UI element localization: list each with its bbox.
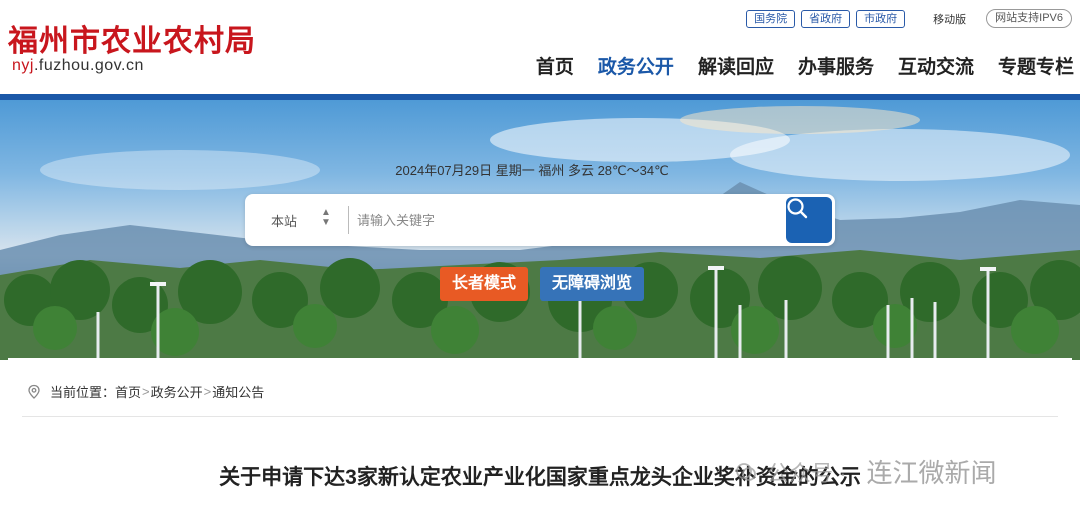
domain-rest: .fuzhou.gov.cn: [33, 57, 144, 74]
breadcrumb-notices[interactable]: 通知公告: [212, 382, 264, 401]
search-bar: 本站 ▲ ▼: [245, 194, 835, 246]
date-weather: 2024年07月29日 星期一 福州 多云 28℃～34℃: [395, 163, 669, 178]
accessibility-button[interactable]: 无障碍浏览: [540, 267, 645, 301]
banner: 2024年07月29日 星期一 福州 多云 28℃～34℃ 本站 ▲▼ 长者模式…: [0, 100, 1080, 360]
link-city-gov[interactable]: 市政府: [856, 9, 906, 28]
search-button[interactable]: [786, 197, 832, 243]
domain-prefix: nyj: [12, 57, 34, 74]
watermark-account: 连江微新闻: [866, 458, 997, 488]
breadcrumb: 当前位置： 首页 > 政务公开 > 通知公告: [26, 382, 264, 401]
nav-interaction[interactable]: 互动交流: [898, 52, 974, 79]
breadcrumb-separator: >: [203, 384, 212, 399]
site-domain: nyj.fuzhou.gov.cn: [12, 57, 144, 75]
nav-services[interactable]: 办事服务: [798, 52, 874, 79]
search-input[interactable]: [357, 206, 777, 234]
search-icon: [787, 198, 808, 219]
wechat-watermark: 公众号 · 连江微新闻: [735, 453, 996, 490]
breadcrumb-prefix: 当前位置：: [50, 385, 116, 400]
nav-interpretation[interactable]: 解读回应: [698, 52, 774, 79]
mobile-version-link[interactable]: 移动版: [933, 11, 966, 27]
ipv6-badge: 网站支持IPV6: [986, 9, 1072, 28]
main-nav: 首页 政务公开 解读回应 办事服务 互动交流 专题专栏: [536, 52, 1074, 79]
link-provincial-gov[interactable]: 省政府: [801, 9, 851, 28]
watermark-source: 公众号 ·: [767, 460, 847, 486]
search-scope-select[interactable]: 本站: [271, 211, 297, 230]
sort-arrows-icon[interactable]: ▲ ▼: [321, 208, 331, 228]
nav-special-topics[interactable]: 专题专栏: [998, 52, 1074, 79]
link-state-council[interactable]: 国务院: [746, 9, 796, 28]
breadcrumb-home[interactable]: 首页: [115, 382, 141, 401]
breadcrumb-separator: >: [142, 384, 150, 399]
location-pin-icon: [28, 384, 40, 399]
elder-mode-button[interactable]: 长者模式: [440, 267, 529, 301]
site-logo[interactable]: 福州市农业农村局: [8, 16, 256, 60]
site-header: 福州市农业农村局 nyj.fuzhou.gov.cn 国务院 省政府 市政府 移…: [0, 0, 1080, 96]
top-links: 国务院 省政府 市政府 移动版 网站支持IPV6: [746, 9, 1072, 28]
search-divider: [348, 206, 349, 234]
wechat-logo-icon: [736, 462, 756, 481]
nav-home[interactable]: 首页: [536, 52, 574, 79]
breadcrumb-gov-affairs[interactable]: 政务公开: [151, 382, 203, 401]
breadcrumb-divider: [22, 416, 1058, 417]
nav-gov-affairs[interactable]: 政务公开: [598, 52, 674, 79]
